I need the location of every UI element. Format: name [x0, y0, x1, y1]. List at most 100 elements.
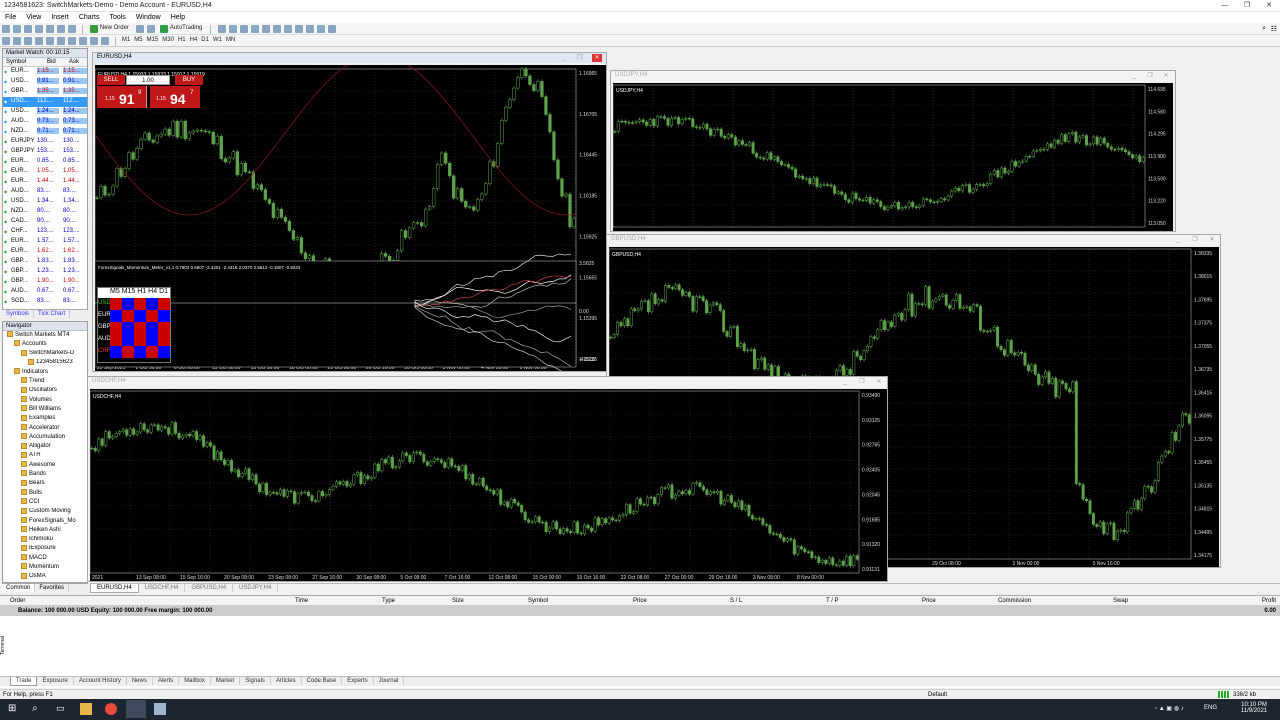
navigator-item[interactable]: 12345815623: [3, 358, 87, 368]
vertical-line-icon[interactable]: [24, 37, 32, 45]
close-icon[interactable]: ✕: [874, 378, 884, 386]
line-chart-icon[interactable]: [240, 25, 249, 33]
market-watch-row[interactable]: ◆ EUR... 1.57... 1.57...: [3, 237, 87, 247]
candlesticks-icon[interactable]: [229, 25, 238, 33]
navigator-item[interactable]: Accounts: [3, 340, 87, 349]
autotrading-button[interactable]: AutoTrading: [170, 25, 202, 31]
new-order-icon[interactable]: [89, 25, 98, 33]
navigator-item[interactable]: Bands: [3, 470, 87, 479]
tf-h1[interactable]: H1: [178, 37, 186, 43]
market-watch-row[interactable]: ◆ NZD... 80.... 80....: [3, 207, 87, 217]
terminal-tab-code-base[interactable]: Code Base: [302, 677, 343, 685]
close-icon[interactable]: ✕: [592, 54, 602, 62]
chart-canvas-usdchf[interactable]: 0.93490 0.93125 0.92765 0.92405 0.92045 0.916…: [90, 389, 887, 581]
navigator-item[interactable]: Alligator: [3, 442, 87, 452]
indicators-icon[interactable]: [306, 25, 315, 33]
trendline-icon[interactable]: [46, 37, 54, 45]
zoom-in-icon[interactable]: [251, 25, 260, 33]
minimize-icon[interactable]: _: [840, 378, 850, 386]
close-icon[interactable]: ✕: [1161, 72, 1171, 80]
terminal-col-time[interactable]: Time: [295, 598, 308, 604]
menu-charts[interactable]: Charts: [74, 12, 105, 21]
tf-m5[interactable]: M5: [134, 37, 142, 43]
tester-icon[interactable]: [68, 25, 76, 33]
windows-start-icon[interactable]: ⊞: [8, 703, 20, 715]
navigator-item[interactable]: Accumulation: [3, 433, 87, 442]
terminal-tab-experts[interactable]: Experts: [342, 677, 374, 685]
market-watch-row[interactable]: ◆ AUD... 0.73... 0.73...: [3, 117, 87, 127]
terminal-tab-account-history[interactable]: Account History: [74, 677, 127, 685]
market-watch-row[interactable]: ◆ GBPJPY 153.... 153....: [3, 147, 87, 157]
chart-canvas-usdjpy[interactable]: 114.695 114.580 114.295 113.900 113.590 113.2…: [613, 83, 1173, 231]
navigator-icon[interactable]: [46, 25, 54, 33]
language-indicator[interactable]: ENG: [1204, 705, 1217, 711]
restore-icon[interactable]: ❐: [857, 378, 867, 386]
terminal-col-size[interactable]: Size: [452, 598, 464, 604]
col-ask[interactable]: Ask: [69, 59, 79, 65]
tab-tick-chart[interactable]: Tick Chart: [34, 310, 71, 318]
balance-row[interactable]: Balance: 100 000.00 USD Equity: 100 000.…: [0, 606, 1280, 616]
horizontal-line-icon[interactable]: [35, 37, 43, 45]
data-window-icon[interactable]: [35, 25, 43, 33]
terminal-col-profit[interactable]: Profit: [1262, 598, 1276, 604]
terminal-tab-journal[interactable]: Journal: [374, 677, 405, 685]
market-watch-row[interactable]: ◆ AUD... 0.67... 0.67...: [3, 287, 87, 297]
buy-price-box[interactable]: 1.15 94 7: [150, 86, 200, 108]
tf-h4[interactable]: H4: [190, 37, 198, 43]
lot-size-input[interactable]: 1.00: [126, 75, 170, 85]
clock[interactable]: 10:10 PM 11/9/2021: [1234, 702, 1274, 714]
mt4-second-icon[interactable]: [154, 703, 166, 715]
chart-tab-gbpusd[interactable]: GBPUSD,H4: [185, 584, 234, 592]
task-view-icon[interactable]: ▭: [56, 703, 68, 715]
menu-insert[interactable]: Insert: [46, 12, 74, 21]
navigator-item[interactable]: SwitchMarkets-D: [3, 349, 87, 359]
market-watch-row[interactable]: ◆ EUR... 1.44... 1.44...: [3, 177, 87, 187]
terminal-tab-alerts[interactable]: Alerts: [153, 677, 180, 685]
chat-icon[interactable]: ☷: [1271, 25, 1277, 33]
chrome-icon[interactable]: [105, 703, 117, 715]
market-watch-row[interactable]: ◆ NZD... 0.71... 0.71...: [3, 127, 87, 137]
restore-icon[interactable]: ❐: [1145, 72, 1155, 80]
terminal-tab-news[interactable]: News: [127, 677, 153, 685]
navigator-item[interactable]: ATR: [3, 451, 87, 461]
navigator-item[interactable]: Accelerator: [3, 423, 87, 433]
navigator-item[interactable]: Bill Williams: [3, 405, 87, 414]
autotrading-icon[interactable]: [159, 25, 168, 33]
terminal-col-commission[interactable]: Commission: [998, 598, 1031, 604]
navigator-item[interactable]: Indicators: [3, 368, 87, 377]
tile-windows-icon[interactable]: [273, 25, 282, 33]
navigator-item[interactable]: Momentum: [3, 563, 87, 572]
market-watch-row[interactable]: ◆ GBP... 1.23... 1.23...: [3, 267, 87, 277]
menu-tools[interactable]: Tools: [104, 12, 130, 21]
profiles-icon[interactable]: [13, 25, 21, 33]
market-watch-row[interactable]: ◆ GBP... 1.90... 1.90...: [3, 277, 87, 287]
tf-d1[interactable]: D1: [201, 37, 209, 43]
chart-window-usdchf[interactable]: USDCHF,H4 _ ❐ ✕ 0.93490 0.93125 0.92765 0.924…: [87, 376, 888, 582]
navigator-item[interactable]: Heiken Ashi: [3, 526, 87, 535]
navigator-item[interactable]: Bulls: [3, 489, 87, 498]
chart-window-eurusd[interactable]: EURUSD,H4 _ ❐ ✕ 1.16965 1.16705 1.16445 1.161…: [92, 52, 607, 372]
label-icon[interactable]: [90, 37, 98, 45]
navigator-item[interactable]: Trend: [3, 377, 87, 386]
new-chart-icon[interactable]: [2, 25, 10, 33]
chart-shift-icon[interactable]: [284, 25, 293, 33]
menu-help[interactable]: Help: [166, 12, 190, 21]
terminal-col-price[interactable]: Price: [922, 598, 936, 604]
text-icon[interactable]: [79, 37, 87, 45]
tf-w1[interactable]: W1: [213, 37, 222, 43]
market-watch-row[interactable]: ◆ USD... 1.24... 1.24...: [3, 107, 87, 117]
chart-tab-eurusd[interactable]: EURUSD,H4: [90, 584, 139, 593]
navigator-item[interactable]: ForexSignals_Mo: [3, 516, 87, 526]
autoscroll-icon[interactable]: [295, 25, 304, 33]
navigator-item[interactable]: Volumes: [3, 396, 87, 405]
market-watch-row[interactable]: ◆ CHF... 123.... 123....: [3, 227, 87, 237]
tf-m1[interactable]: M1: [122, 37, 130, 43]
market-watch-row[interactable]: ◆ EUR... 1.62... 1.62...: [3, 247, 87, 257]
minimize-icon[interactable]: _: [1173, 236, 1183, 244]
market-watch-icon[interactable]: [24, 25, 32, 33]
restore-icon[interactable]: ❐: [575, 54, 585, 62]
arrows-icon[interactable]: [101, 37, 109, 45]
market-watch-row[interactable]: ◆ EUR... 1.15... 1.15...: [3, 67, 87, 77]
close-icon[interactable]: ✕: [1258, 0, 1280, 12]
channel-icon[interactable]: [57, 37, 65, 45]
